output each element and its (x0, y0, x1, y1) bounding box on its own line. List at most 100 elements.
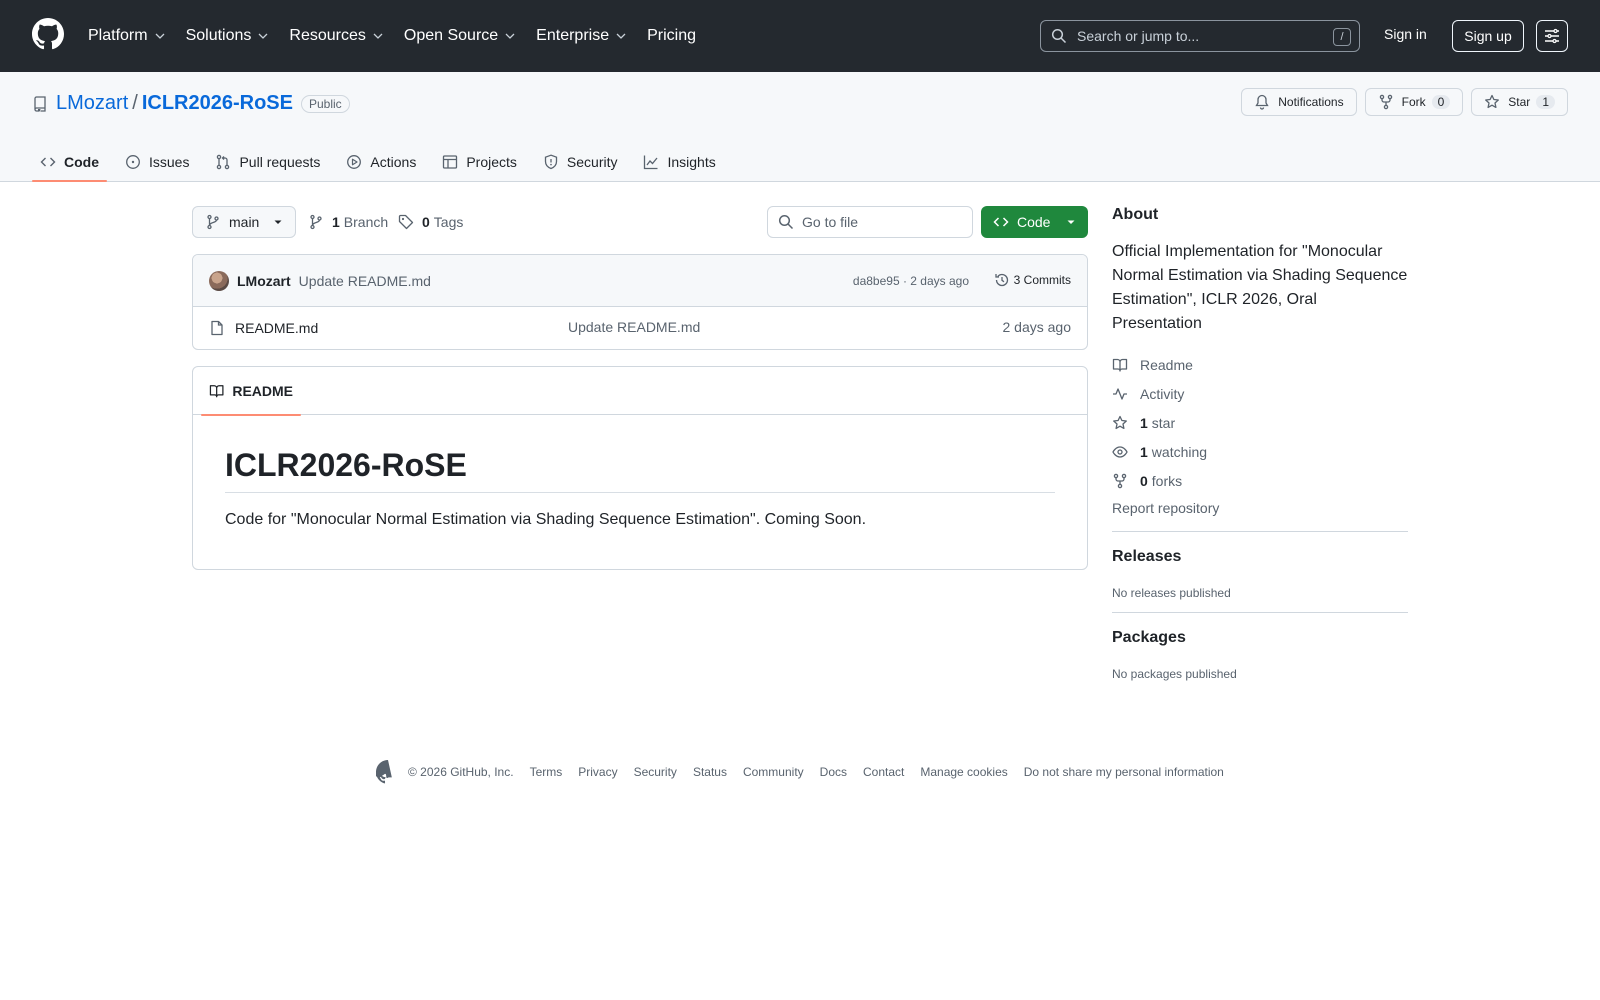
readme-link-label: Readme (1140, 356, 1193, 373)
github-logo-icon[interactable] (376, 760, 400, 784)
repo-tabs: Code Issues Pull requests Actions Projec… (32, 142, 734, 182)
packages-heading[interactable]: Packages (1112, 629, 1408, 647)
footer-link-docs[interactable]: Docs (820, 765, 847, 779)
nav-open-source[interactable]: Open Source (404, 27, 516, 45)
report-repository-link[interactable]: Report repository (1112, 497, 1408, 519)
file-commit-message-link[interactable]: Update README.md (568, 319, 700, 335)
caret-down-icon (274, 220, 282, 224)
star-icon (1113, 415, 1127, 429)
branch-selector-button[interactable]: main (192, 206, 296, 238)
branches-link[interactable]: 1 Branch (308, 206, 388, 238)
stars-link[interactable]: 1 star (1112, 408, 1408, 437)
tab-issues[interactable]: Issues (117, 142, 197, 182)
global-header: Platform Solutions Resources Open Source… (0, 0, 1600, 72)
commit-message-link[interactable]: Update README.md (299, 273, 431, 289)
tags-link[interactable]: 0 Tags (398, 206, 463, 238)
forks-link[interactable]: 0 forks (1112, 466, 1408, 495)
readme-link[interactable]: Readme (1112, 350, 1408, 379)
avatar[interactable] (209, 270, 229, 291)
footer-link-security[interactable]: Security (634, 765, 677, 779)
footer-link-do-not-share[interactable]: Do not share my personal information (1024, 765, 1224, 779)
nav-label: Open Source (403, 27, 499, 44)
footer-link-status[interactable]: Status (693, 765, 727, 779)
footer-link-contact[interactable]: Contact (863, 765, 904, 779)
tab-label: Actions (370, 154, 417, 170)
tab-pull-requests[interactable]: Pull requests (207, 142, 328, 182)
releases-empty-text: No releases published (1112, 586, 1231, 600)
code-dropdown-button[interactable]: Code (981, 206, 1088, 238)
fork-button[interactable]: Fork 0 (1364, 88, 1464, 116)
nav-label: Enterprise (536, 27, 610, 44)
tab-label: Insights (667, 154, 716, 170)
search-icon (1051, 28, 1067, 44)
notifications-button[interactable]: Notifications (1241, 88, 1357, 116)
tab-code[interactable]: Code (32, 142, 107, 182)
divider (1112, 531, 1408, 532)
nav-platform[interactable]: Platform (88, 27, 166, 45)
sign-up-button[interactable]: Sign up (1452, 20, 1524, 52)
footer-link-manage-cookies[interactable]: Manage cookies (920, 765, 1007, 779)
star-button[interactable]: Star 1 (1471, 88, 1568, 116)
tag-label: Tags (433, 214, 464, 230)
history-icon (995, 273, 1008, 287)
file-age: 2 days ago (1002, 319, 1072, 335)
shield-icon (544, 154, 558, 170)
github-logo-icon[interactable] (32, 18, 64, 50)
watchers-link[interactable]: 1 watching (1112, 437, 1408, 466)
latest-commit-row: LMozart Update README.md da8be95 · 2 day… (193, 255, 1087, 307)
nav-enterprise[interactable]: Enterprise (536, 27, 627, 45)
go-to-file-input[interactable]: Go to file (767, 206, 973, 238)
search-shortcut-key: / (1333, 28, 1351, 46)
tag-count: 0 (422, 214, 430, 230)
repo-actions: Notifications Fork 0 Star 1 (1241, 88, 1568, 116)
footer-link-privacy[interactable]: Privacy (578, 765, 617, 779)
watching-label: watching (1151, 443, 1208, 460)
footer-link-community[interactable]: Community (743, 765, 804, 779)
commit-hash-and-time[interactable]: da8be95 · 2 days ago (853, 274, 969, 288)
commits-history-link[interactable]: 3 Commits (994, 272, 1071, 288)
chevron-down-icon (155, 33, 165, 39)
pull-request-icon (217, 154, 230, 170)
notifications-label: Notifications (1278, 95, 1344, 109)
activity-link-label: Activity (1140, 385, 1185, 402)
nav-pricing[interactable]: Pricing (647, 27, 696, 45)
releases-heading[interactable]: Releases (1112, 548, 1408, 566)
settings-menu-button[interactable] (1536, 20, 1568, 52)
divider (1112, 612, 1408, 613)
tab-actions[interactable]: Actions (338, 142, 424, 182)
sign-in-link[interactable]: Sign in (1384, 26, 1427, 42)
file-name-link[interactable]: README.md (235, 320, 318, 336)
tab-projects[interactable]: Projects (434, 142, 525, 182)
repo-header: LMozart / ICLR2026-RoSE Public Notificat… (0, 72, 1600, 182)
repo-name-link[interactable]: ICLR2026-RoSE (142, 92, 293, 115)
nav-resources[interactable]: Resources (289, 27, 383, 45)
readme-tabbar: README (193, 367, 1087, 416)
stars-count: 1 (1140, 414, 1148, 431)
search-icon (778, 214, 794, 230)
tab-insights[interactable]: Insights (635, 142, 723, 182)
graph-icon (644, 155, 658, 170)
branch-count: 1 (332, 214, 340, 230)
file-toolbar: main 1 Branch 0 Tags Go to file Code (192, 206, 1088, 240)
repo-description: Official Implementation for "Monocular N… (1112, 243, 1408, 332)
nav-solutions[interactable]: Solutions (186, 27, 270, 45)
table-icon (443, 155, 458, 169)
repo-separator: / (132, 92, 138, 114)
activity-link[interactable]: Activity (1112, 379, 1408, 408)
nav-label: Platform (88, 27, 148, 44)
tab-security[interactable]: Security (535, 142, 626, 182)
search-input[interactable]: Search or jump to... / (1040, 20, 1360, 52)
fork-count: 0 (1431, 95, 1451, 109)
tab-readme[interactable]: README (201, 367, 301, 416)
chevron-down-icon (373, 33, 383, 39)
code-icon (40, 157, 56, 167)
code-icon (993, 217, 1009, 227)
fork-label: Fork (1401, 95, 1426, 109)
footer-link-terms[interactable]: Terms (530, 765, 563, 779)
eye-icon (1112, 445, 1128, 458)
table-row[interactable]: README.md Update README.md 2 days ago (193, 307, 1087, 349)
repo-owner-link[interactable]: LMozart (56, 92, 128, 115)
commit-author-link[interactable]: LMozart (237, 273, 291, 289)
forks-label: forks (1151, 472, 1183, 489)
file-browser: LMozart Update README.md da8be95 · 2 day… (192, 254, 1088, 350)
